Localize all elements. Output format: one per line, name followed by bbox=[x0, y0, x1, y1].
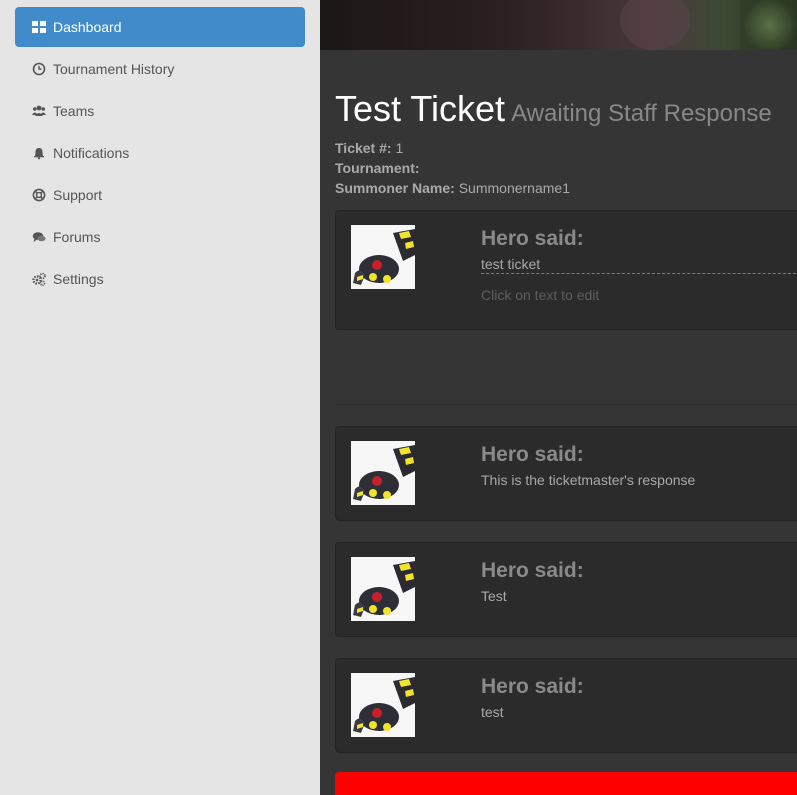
clock-icon bbox=[31, 61, 47, 77]
editable-post-text[interactable]: test ticket bbox=[481, 256, 797, 274]
post-author: Hero said: bbox=[481, 227, 584, 250]
ticket-status: Awaiting Staff Response bbox=[511, 100, 772, 127]
post-text: test bbox=[481, 704, 504, 720]
ticket-number-row: Ticket #: 1 bbox=[335, 140, 403, 156]
sidebar-item-label: Forums bbox=[53, 229, 101, 245]
ticket-post: Hero said: test bbox=[335, 658, 797, 753]
sidebar-item-dashboard[interactable]: Dashboard bbox=[15, 7, 305, 47]
gears-icon bbox=[31, 271, 47, 287]
sidebar-item-label: Teams bbox=[53, 103, 95, 119]
sidebar: Dashboard Tournament History Teams Notif… bbox=[0, 0, 320, 795]
header-banner-image bbox=[320, 0, 797, 50]
avatar bbox=[351, 225, 415, 289]
summoner-row: Summoner Name: Summonername1 bbox=[335, 180, 570, 196]
sidebar-item-label: Support bbox=[53, 187, 103, 203]
ticket-post: Hero said: This is the ticketmaster's re… bbox=[335, 426, 797, 521]
ticket-title: Test Ticket bbox=[335, 88, 506, 129]
life-ring-icon bbox=[31, 187, 47, 203]
avatar bbox=[351, 673, 415, 737]
comments-icon bbox=[31, 229, 47, 245]
sidebar-item-tournament-history[interactable]: Tournament History bbox=[15, 49, 305, 89]
page-title: Test Ticket Awaiting Staff Response bbox=[335, 88, 772, 130]
ticket-post: Hero said: Test bbox=[335, 542, 797, 637]
sidebar-item-forums[interactable]: Forums bbox=[15, 217, 305, 257]
post-author: Hero said: bbox=[481, 559, 584, 582]
sidebar-item-settings[interactable]: Settings bbox=[15, 259, 305, 299]
dashboard-icon bbox=[31, 19, 47, 35]
sidebar-item-label: Settings bbox=[53, 271, 104, 287]
avatar bbox=[351, 557, 415, 621]
post-author: Hero said: bbox=[481, 675, 584, 698]
tournament-label: Tournament: bbox=[335, 160, 420, 176]
summoner-value: Summonername1 bbox=[458, 180, 570, 196]
ticket-number-label: Ticket #: bbox=[335, 140, 392, 156]
avatar bbox=[351, 441, 415, 505]
ticket-number-value: 1 bbox=[395, 140, 404, 156]
edit-hint: Click on text to edit bbox=[481, 287, 600, 303]
alert-banner bbox=[335, 772, 797, 795]
bell-icon bbox=[31, 145, 47, 161]
post-text: This is the ticketmaster's response bbox=[481, 472, 696, 488]
sidebar-item-label: Tournament History bbox=[53, 61, 175, 77]
post-author: Hero said: bbox=[481, 443, 584, 466]
divider bbox=[335, 404, 797, 405]
summoner-label: Summoner Name: bbox=[335, 180, 455, 196]
sidebar-item-label: Notifications bbox=[53, 145, 130, 161]
sidebar-item-label: Dashboard bbox=[53, 19, 122, 35]
post-text: Test bbox=[481, 588, 507, 604]
tournament-row: Tournament: bbox=[335, 160, 420, 176]
sidebar-item-support[interactable]: Support bbox=[15, 175, 305, 215]
sidebar-item-teams[interactable]: Teams bbox=[15, 91, 305, 131]
users-icon bbox=[31, 103, 47, 119]
sidebar-item-notifications[interactable]: Notifications bbox=[15, 133, 305, 173]
ticket-post: Hero said: test ticket Click on text to … bbox=[335, 210, 797, 330]
main-content: Test Ticket Awaiting Staff Response Ticke… bbox=[320, 0, 797, 795]
